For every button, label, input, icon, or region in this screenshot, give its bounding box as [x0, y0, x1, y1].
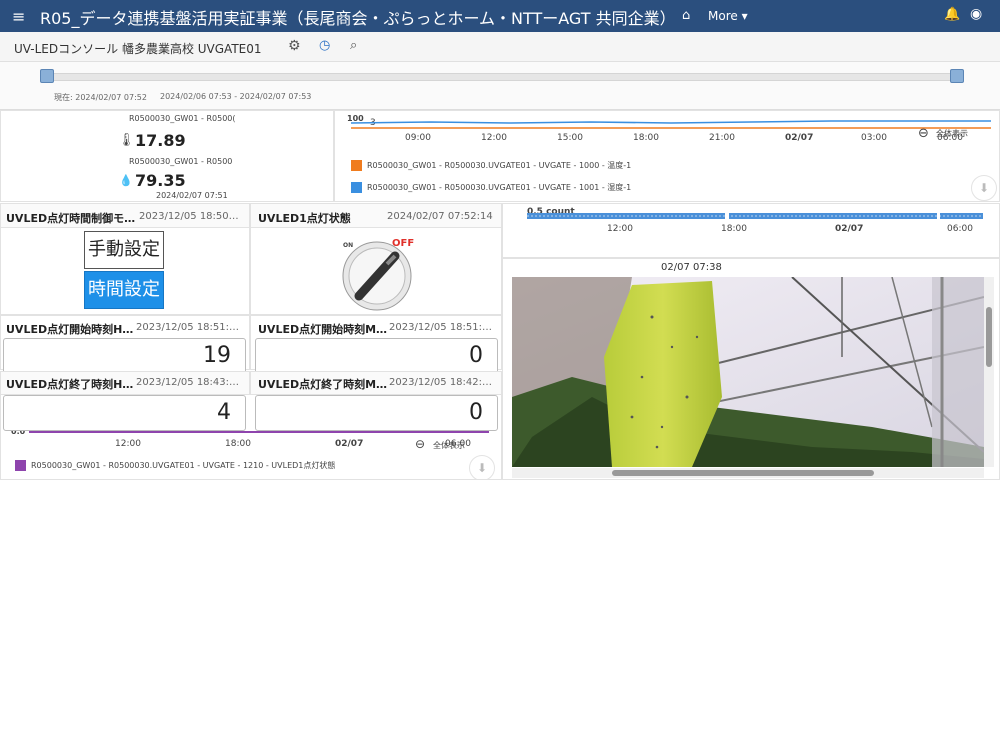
on-label: ON [343, 242, 354, 249]
temp-humidity-lines [351, 120, 991, 129]
time-range-bar: 現在: 2024/02/07 07:52 2024/02/06 07:53 - … [0, 62, 1000, 110]
x-tick-label: 18:00 [225, 439, 251, 449]
temp-source-label: R0500030_GW01 - R0500( [129, 114, 236, 123]
horizontal-scroll-thumb[interactable] [612, 470, 874, 476]
current-time-label: 現在: 2024/02/07 07:52 [54, 93, 147, 102]
manual-setting-button[interactable]: 手動設定 [84, 231, 164, 269]
end-minute-title: UVLED点灯終了時刻M… [258, 378, 388, 391]
range-end-handle[interactable] [950, 69, 964, 83]
end-minute-time: 2023/12/05 18:42:… [389, 377, 493, 388]
start-minute-field[interactable]: 0 [255, 338, 498, 374]
legend-swatch-humidity [351, 182, 362, 193]
start-hour-title: UVLED点灯開始時刻H… [6, 323, 134, 336]
user-account-icon[interactable]: ◉ [970, 6, 982, 22]
legend-label-led-state: R0500030_GW01 - R0500030.UVGATE01 - UVGA… [31, 461, 336, 470]
droplet-icon: 💧 [119, 174, 133, 187]
camera-image [512, 277, 984, 467]
off-label: OFF [392, 238, 415, 249]
legend-temperature: R0500030_GW01 - R0500030.UVGATE01 - UVGA… [351, 160, 631, 171]
x-tick-label: 12:00 [607, 224, 633, 234]
x-tick-label: 03:00 [861, 133, 887, 143]
mode-panel-time: 2023/12/05 18:50… [139, 211, 239, 222]
x-tick-label: 02/07 [335, 439, 364, 449]
start-hour-field[interactable]: 19 [3, 338, 246, 374]
count-chart-panel: 0.5 count 12:00 18:00 02/07 06:00 [502, 203, 1000, 258]
status-panel-time: 2024/02/07 07:52:14 [387, 211, 493, 222]
clock-icon[interactable]: ◷ [319, 38, 330, 53]
top-zoom-all-label[interactable]: 全体表示 [936, 128, 968, 139]
temp-humidity-chart-panel: 100 3 09:00 12:00 15:00 18:00 21:00 02/07 03:0… [334, 110, 1000, 202]
top-navbar: ≡ R05_データ連携基盤活用実証事業（長尾商会・ぷらっとホーム・NTTーAGT… [0, 0, 1000, 32]
x-tick-label: 02/07 [785, 133, 814, 143]
status-panel-title: UVLED1点灯状態 [258, 212, 351, 225]
device-name: UV-LEDコンソール 幡多農業高校 UVGATE01 [14, 42, 262, 56]
time-range-track[interactable] [46, 73, 956, 81]
hamburger-menu-icon[interactable]: ≡ [12, 7, 25, 26]
thermometer-icon: 🌡 [118, 133, 135, 148]
download-icon[interactable]: ⬇ [971, 175, 997, 201]
greenhouse-photo [512, 277, 984, 467]
legend-led-state: R0500030_GW01 - R0500030.UVGATE01 - UVGA… [15, 460, 335, 471]
end-hour-title: UVLED点灯終了時刻H… [6, 378, 134, 391]
start-minute-title: UVLED点灯開始時刻M… [258, 323, 388, 336]
vertical-scroll-thumb[interactable] [986, 307, 992, 367]
sensor-values-panel: R0500030_GW01 - R0500( 🌡 17.89 R0500030_… [0, 110, 334, 202]
more-menu[interactable]: More ▾ [708, 9, 748, 23]
sensor-timestamp: 2024/02/07 07:51 [156, 191, 228, 200]
legend-humidity: R0500030_GW01 - R0500030.UVGATE01 - UVGA… [351, 182, 631, 193]
start-hour-time: 2023/12/05 18:51:… [136, 322, 240, 333]
temperature-value: 17.89 [135, 131, 186, 150]
legend-swatch-led-state [15, 460, 26, 471]
range-start-handle[interactable] [40, 69, 54, 83]
legend-label-humidity: R0500030_GW01 - R0500030.UVGATE01 - UVGA… [367, 183, 632, 192]
x-tick-label: 06:00 [947, 224, 973, 234]
x-tick-label: 12:00 [115, 439, 141, 449]
time-setting-button[interactable]: 時間設定 [84, 271, 164, 309]
x-tick-label: 12:00 [481, 133, 507, 143]
x-tick-label: 09:00 [405, 133, 431, 143]
legend-label-temperature: R0500030_GW01 - R0500030.UVGATE01 - UVGA… [367, 161, 632, 170]
end-minute-field[interactable]: 0 [255, 395, 498, 431]
camera-timestamp: 02/07 07:38 [661, 262, 722, 273]
end-hour-panel: UVLED点灯終了時刻H… 2023/12/05 18:43:… [0, 371, 250, 395]
count-series-bar [527, 212, 983, 220]
zoom-out-icon[interactable]: ⊖ [918, 126, 929, 141]
bottom-download-icon[interactable]: ⬇ [469, 455, 495, 479]
sub-toolbar: UV-LEDコンソール 幡多農業高校 UVGATE01 ⚙ ◷ ⌕ [0, 32, 1000, 62]
search-icon[interactable]: ⌕ [350, 38, 357, 53]
humidity-source-label: R0500030_GW01 - R0500 [129, 157, 233, 166]
humidity-series-line [351, 120, 991, 124]
dashboard-title: R05_データ連携基盤活用実証事業（長尾商会・ぷらっとホーム・NTTーAGT 共… [40, 9, 676, 28]
x-tick-label: 18:00 [721, 224, 747, 234]
gear-icon[interactable]: ⚙ [288, 38, 301, 54]
led-status-panel: UVLED1点灯状態 2024/02/07 07:52:14 ON OFF [250, 203, 502, 315]
end-hour-field[interactable]: 4 [3, 395, 246, 431]
bell-icon[interactable]: 🔔 [944, 7, 960, 22]
humidity-value: 79.35 [135, 171, 186, 190]
legend-swatch-temperature [351, 160, 362, 171]
bottom-zoom-out-icon[interactable]: ⊖ [415, 437, 425, 451]
camera-vertical-scrollbar[interactable] [984, 277, 994, 467]
x-tick-label: 15:00 [557, 133, 583, 143]
end-hour-time: 2023/12/05 18:43:… [136, 377, 240, 388]
x-tick-label: 18:00 [633, 133, 659, 143]
start-minute-time: 2023/12/05 18:51:… [389, 322, 493, 333]
x-tick-label: 21:00 [709, 133, 735, 143]
end-minute-panel: UVLED点灯終了時刻M… 2023/12/05 18:42:… [250, 371, 502, 395]
home-icon[interactable]: ⌂ [682, 8, 690, 23]
bottom-zoom-all-label[interactable]: 全体表示 [433, 440, 465, 451]
range-label: 2024/02/06 07:53 - 2024/02/07 07:53 [160, 92, 312, 101]
camera-horizontal-scrollbar[interactable] [512, 468, 984, 478]
x-tick-label: 02/07 [835, 224, 864, 234]
mode-panel-title: UVLED点灯時間制御モ… [6, 212, 136, 225]
